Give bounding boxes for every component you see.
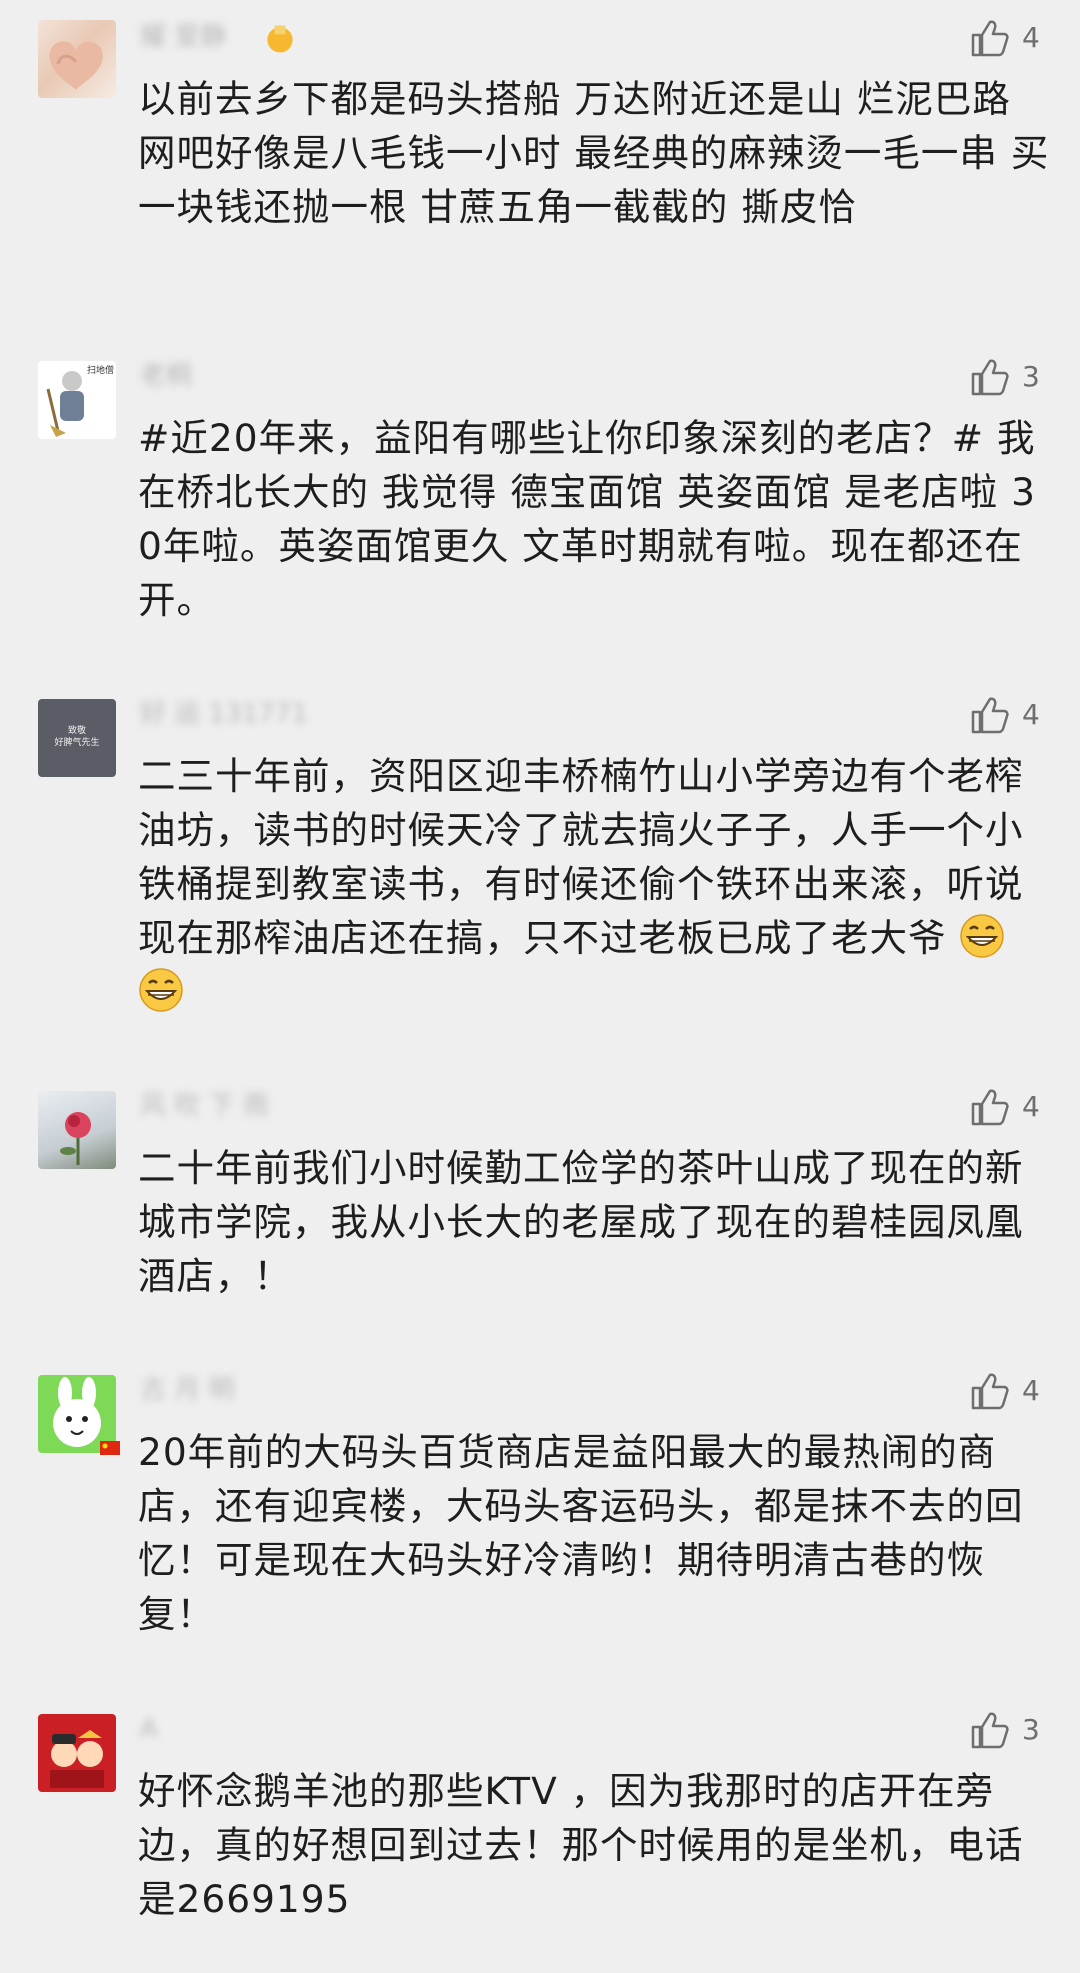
like-button[interactable]: 4 bbox=[970, 693, 1070, 737]
like-count: 3 bbox=[1022, 1713, 1040, 1746]
thumbs-up-icon bbox=[971, 1373, 1009, 1410]
avatar-caption: 致敬 好脾气先生 bbox=[54, 726, 100, 748]
comment-text: 好怀念鹅羊池的那些KTV ，因为我那时的店开在旁边，真的好想回到过去！那个时候用… bbox=[138, 1769, 1024, 1921]
avatar[interactable] bbox=[38, 1091, 116, 1169]
avatar-caption: 扫地僧 bbox=[86, 366, 114, 376]
avatar[interactable] bbox=[38, 1714, 116, 1792]
like-button[interactable]: 4 bbox=[970, 16, 1070, 60]
like-button[interactable]: 4 bbox=[970, 1369, 1070, 1413]
grin-emoji-icon bbox=[139, 968, 183, 1012]
comment-item: 古 月 明 4 20年前的大码头百货商店是益阳最大的最热闹的商店，还有迎宾楼，大… bbox=[0, 1369, 1080, 1669]
comment-text: 20年前的大码头百货商店是益阳最大的最热闹的商店，还有迎宾楼，大码头客运码头，都… bbox=[138, 1430, 1024, 1636]
avatar[interactable]: 致敬 好脾气先生 bbox=[38, 699, 116, 777]
thumbs-up-icon bbox=[971, 1089, 1009, 1126]
couple-cartoon-image bbox=[50, 1730, 104, 1788]
comment-text: #近20年来，益阳有哪些让你印象深刻的老店？# 我在桥北长大的 我觉得 德宝面馆… bbox=[138, 416, 1036, 622]
like-count: 4 bbox=[1022, 1090, 1040, 1123]
comment-nickname[interactable]: 老桐 bbox=[140, 361, 192, 391]
thumbs-up-icon bbox=[971, 359, 1009, 396]
like-button[interactable]: 3 bbox=[970, 1708, 1070, 1752]
like-count: 4 bbox=[1022, 1374, 1040, 1407]
avatar[interactable] bbox=[38, 20, 116, 98]
thumbs-up-icon bbox=[971, 1712, 1009, 1749]
comment-text: 以前去乡下都是码头搭船 万达附近还是山 烂泥巴路 网吧好像是八毛钱一小时 最经典… bbox=[138, 77, 1050, 229]
grin-emoji-icon bbox=[960, 914, 1005, 958]
comment-nickname[interactable]: 耀 爱静 bbox=[140, 22, 226, 52]
comment-text-body: 二三十年前，资阳区迎丰桥楠竹山小学旁边有个老榨油坊，读书的时候天冷了就去搞火子子… bbox=[138, 754, 1024, 960]
like-count: 4 bbox=[1022, 698, 1040, 731]
rose-flower-image bbox=[60, 1112, 91, 1165]
medal-icon bbox=[267, 25, 293, 53]
comment-nickname[interactable]: 古 月 明 bbox=[140, 1375, 235, 1405]
comment-nickname[interactable]: 好 运 131771 bbox=[140, 699, 308, 729]
like-count: 4 bbox=[1022, 21, 1040, 54]
hands-heart-image bbox=[49, 41, 103, 90]
comment-item: A 3 好怀念鹅羊池的那些KTV ，因为我那时的店开在旁边，真的好想回到过去！那… bbox=[0, 1708, 1080, 1968]
comment-text: 二三十年前，资阳区迎丰桥楠竹山小学旁边有个老榨油坊，读书的时候天冷了就去搞火子子… bbox=[138, 749, 1050, 1019]
comment-text: 二十年前我们小时候勤工俭学的茶叶山成了现在的新城市学院，我从小长大的老屋成了现在… bbox=[138, 1146, 1024, 1298]
avatar[interactable]: 扫地僧 bbox=[38, 361, 116, 439]
comment-nickname[interactable]: 风 吹 下 雨 bbox=[140, 1091, 269, 1121]
comment-item: 风 吹 下 雨 4 二十年前我们小时候勤工俭学的茶叶山成了现在的新城市学院，我从… bbox=[0, 1085, 1080, 1345]
china-flag-icon bbox=[100, 1441, 120, 1455]
like-button[interactable]: 4 bbox=[970, 1085, 1070, 1129]
comment-item: 扫地僧 老桐 3 #近20年来，益阳有哪些让你印象深刻的老店？# 我在桥北长大的… bbox=[0, 355, 1080, 655]
like-count: 3 bbox=[1022, 360, 1040, 393]
like-button[interactable]: 3 bbox=[970, 355, 1070, 399]
comment-item: 耀 爱静 4 以前去乡下都是码头搭船 万达附近还是山 烂泥巴路 网吧好像是八毛钱… bbox=[0, 0, 1080, 300]
thumbs-up-icon bbox=[971, 20, 1009, 57]
thumbs-up-icon bbox=[971, 697, 1009, 734]
comment-nickname[interactable]: A bbox=[140, 1714, 158, 1744]
comment-item: 致敬 好脾气先生 好 运 131771 4 二三十年前，资阳区迎丰桥楠竹山小学旁… bbox=[0, 693, 1080, 1043]
